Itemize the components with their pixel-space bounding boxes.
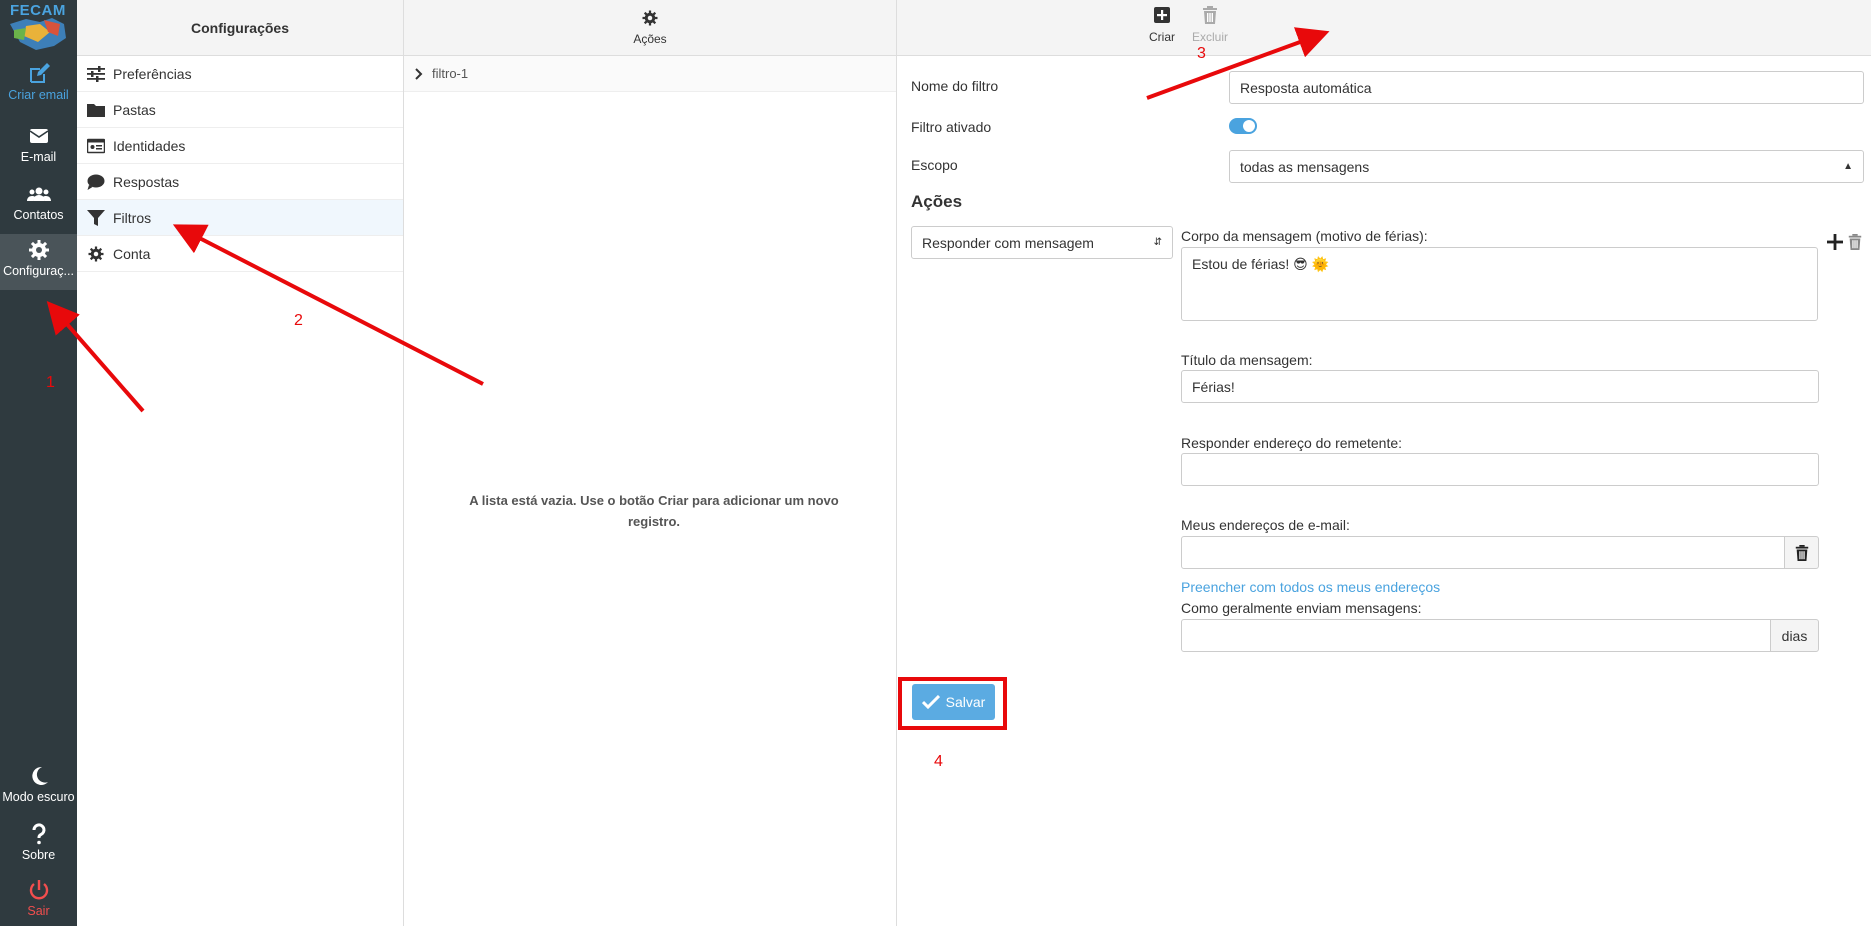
annotation-number-2: 2 [294,312,303,329]
create-label: Criar [1149,30,1175,44]
reply-sender-input[interactable] [1181,453,1819,486]
nav-logout-label: Sair [27,904,50,918]
days-addon: dias [1770,619,1819,652]
message-subject-label: Título da mensagem: [1181,352,1313,368]
gear-icon [642,10,658,26]
actions-section-title: Ações [911,192,963,211]
chevron-right-icon [415,67,423,80]
filter-name-label: Nome do filtro [911,78,999,94]
settings-item-label: Preferências [113,65,192,82]
nav-settings-label: Configuraç... [3,264,74,278]
nav-about-label: Sobre [21,848,56,862]
users-icon [26,187,51,201]
annotation-number-3: 3 [1197,45,1206,62]
compose-icon [29,63,50,83]
delete-button[interactable]: Excluir [1185,6,1235,44]
nav-dark-mode[interactable]: Modo escuro [0,760,77,816]
logo-map-icon [10,18,66,50]
fecam-logo[interactable]: FECAM [6,2,70,54]
select-arrows-icon: ▲ [1843,161,1853,172]
settings-item-label: Pastas [113,101,156,118]
gear-icon [28,240,49,260]
nav-email-label: E-mail [20,150,57,164]
remove-action-icon[interactable] [1847,233,1863,251]
settings-item-identities[interactable]: Identidades [77,128,403,164]
nav-about[interactable]: Sobre [0,818,77,874]
detail-toolbar: Criar Excluir [897,0,1871,56]
settings-item-folders[interactable]: Pastas [77,92,403,128]
nav-contacts[interactable]: Contatos [0,178,77,234]
filter-list-column: Ações filtro-1 A lista está vazia. Use o… [404,0,897,926]
gear-icon [88,246,104,261]
filter-enabled-label: Filtro ativado [911,119,992,135]
how-often-input[interactable] [1181,619,1771,652]
nav-settings[interactable]: Configuraç... [0,234,77,290]
sliders-icon [87,65,105,82]
filter-enabled-toggle[interactable] [1229,118,1257,134]
how-often-label: Como geralmente enviam mensagens: [1181,600,1422,616]
settings-column: Configurações Preferências Pastas Identi… [77,0,404,926]
nav-compose-label: Criar email [8,88,69,102]
action-type-value: Responder com mensagem [922,234,1094,251]
settings-item-preferences[interactable]: Preferências [77,56,403,92]
settings-item-account[interactable]: Conta [77,236,403,272]
envelope-icon [29,129,48,143]
nav-logout[interactable]: Sair [0,874,77,926]
my-addresses-input[interactable] [1181,536,1785,569]
create-button[interactable]: Criar [1137,6,1187,44]
nav-compose[interactable]: Criar email [0,58,77,114]
message-body-label: Corpo da mensagem (motivo de férias): [1181,228,1428,244]
id-card-icon [87,138,105,153]
settings-item-label: Respostas [113,173,180,190]
filter-actions-menu[interactable]: Ações [404,0,896,56]
settings-item-responses[interactable]: Respostas [77,164,403,200]
settings-title: Configurações [77,0,403,56]
nav-dark-mode-label: Modo escuro [2,790,75,804]
filter-actions-label: Ações [633,32,667,46]
plus-square-icon [1154,7,1170,23]
power-icon [29,880,48,900]
action-type-select[interactable]: Responder com mensagem ⇵ [911,226,1173,259]
scope-value: todas as mensagens [1240,158,1370,175]
question-icon [31,823,45,845]
reply-sender-label: Responder endereço do remetente: [1181,435,1403,451]
message-body-textarea[interactable]: Estou de férias! 😎 🌞 [1181,247,1818,321]
select-arrows-icon: ⇵ [1153,237,1162,248]
folder-icon [87,103,105,117]
settings-item-filters[interactable]: Filtros [77,200,403,236]
filter-icon [87,209,105,226]
filter-set-row[interactable]: filtro-1 [404,56,896,92]
message-subject-input[interactable]: Férias! [1181,370,1819,403]
annotation-number-4: 4 [934,753,943,770]
delete-label: Excluir [1191,30,1228,44]
trash-icon [1795,544,1808,561]
filter-name-input[interactable]: Resposta automática [1229,71,1864,104]
trash-icon [1203,6,1217,24]
scope-select[interactable]: todas as mensagens ▲ [1229,150,1864,183]
annotation-number-1: 1 [46,374,55,391]
filter-set-label: filtro-1 [432,66,469,81]
my-addresses-label: Meus endereços de e-mail: [1181,517,1350,533]
app-nav-rail: FECAM Criar email E-mail Contatos Config… [0,0,77,926]
settings-item-label: Conta [113,245,151,262]
save-highlight-box [898,677,1007,730]
empty-list-message: A lista está vazia. Use o botão Criar pa… [469,493,839,529]
scope-label: Escopo [911,157,958,173]
moon-icon [31,766,48,785]
nav-contacts-label: Contatos [13,208,64,222]
fill-addresses-link[interactable]: Preencher com todos os meus endereços [1181,579,1440,595]
comment-icon [87,174,105,190]
add-action-icon[interactable] [1826,233,1844,251]
settings-item-label: Filtros [113,209,152,226]
settings-item-label: Identidades [113,137,186,154]
nav-email[interactable]: E-mail [0,120,77,176]
clear-addresses-button[interactable] [1784,536,1819,569]
